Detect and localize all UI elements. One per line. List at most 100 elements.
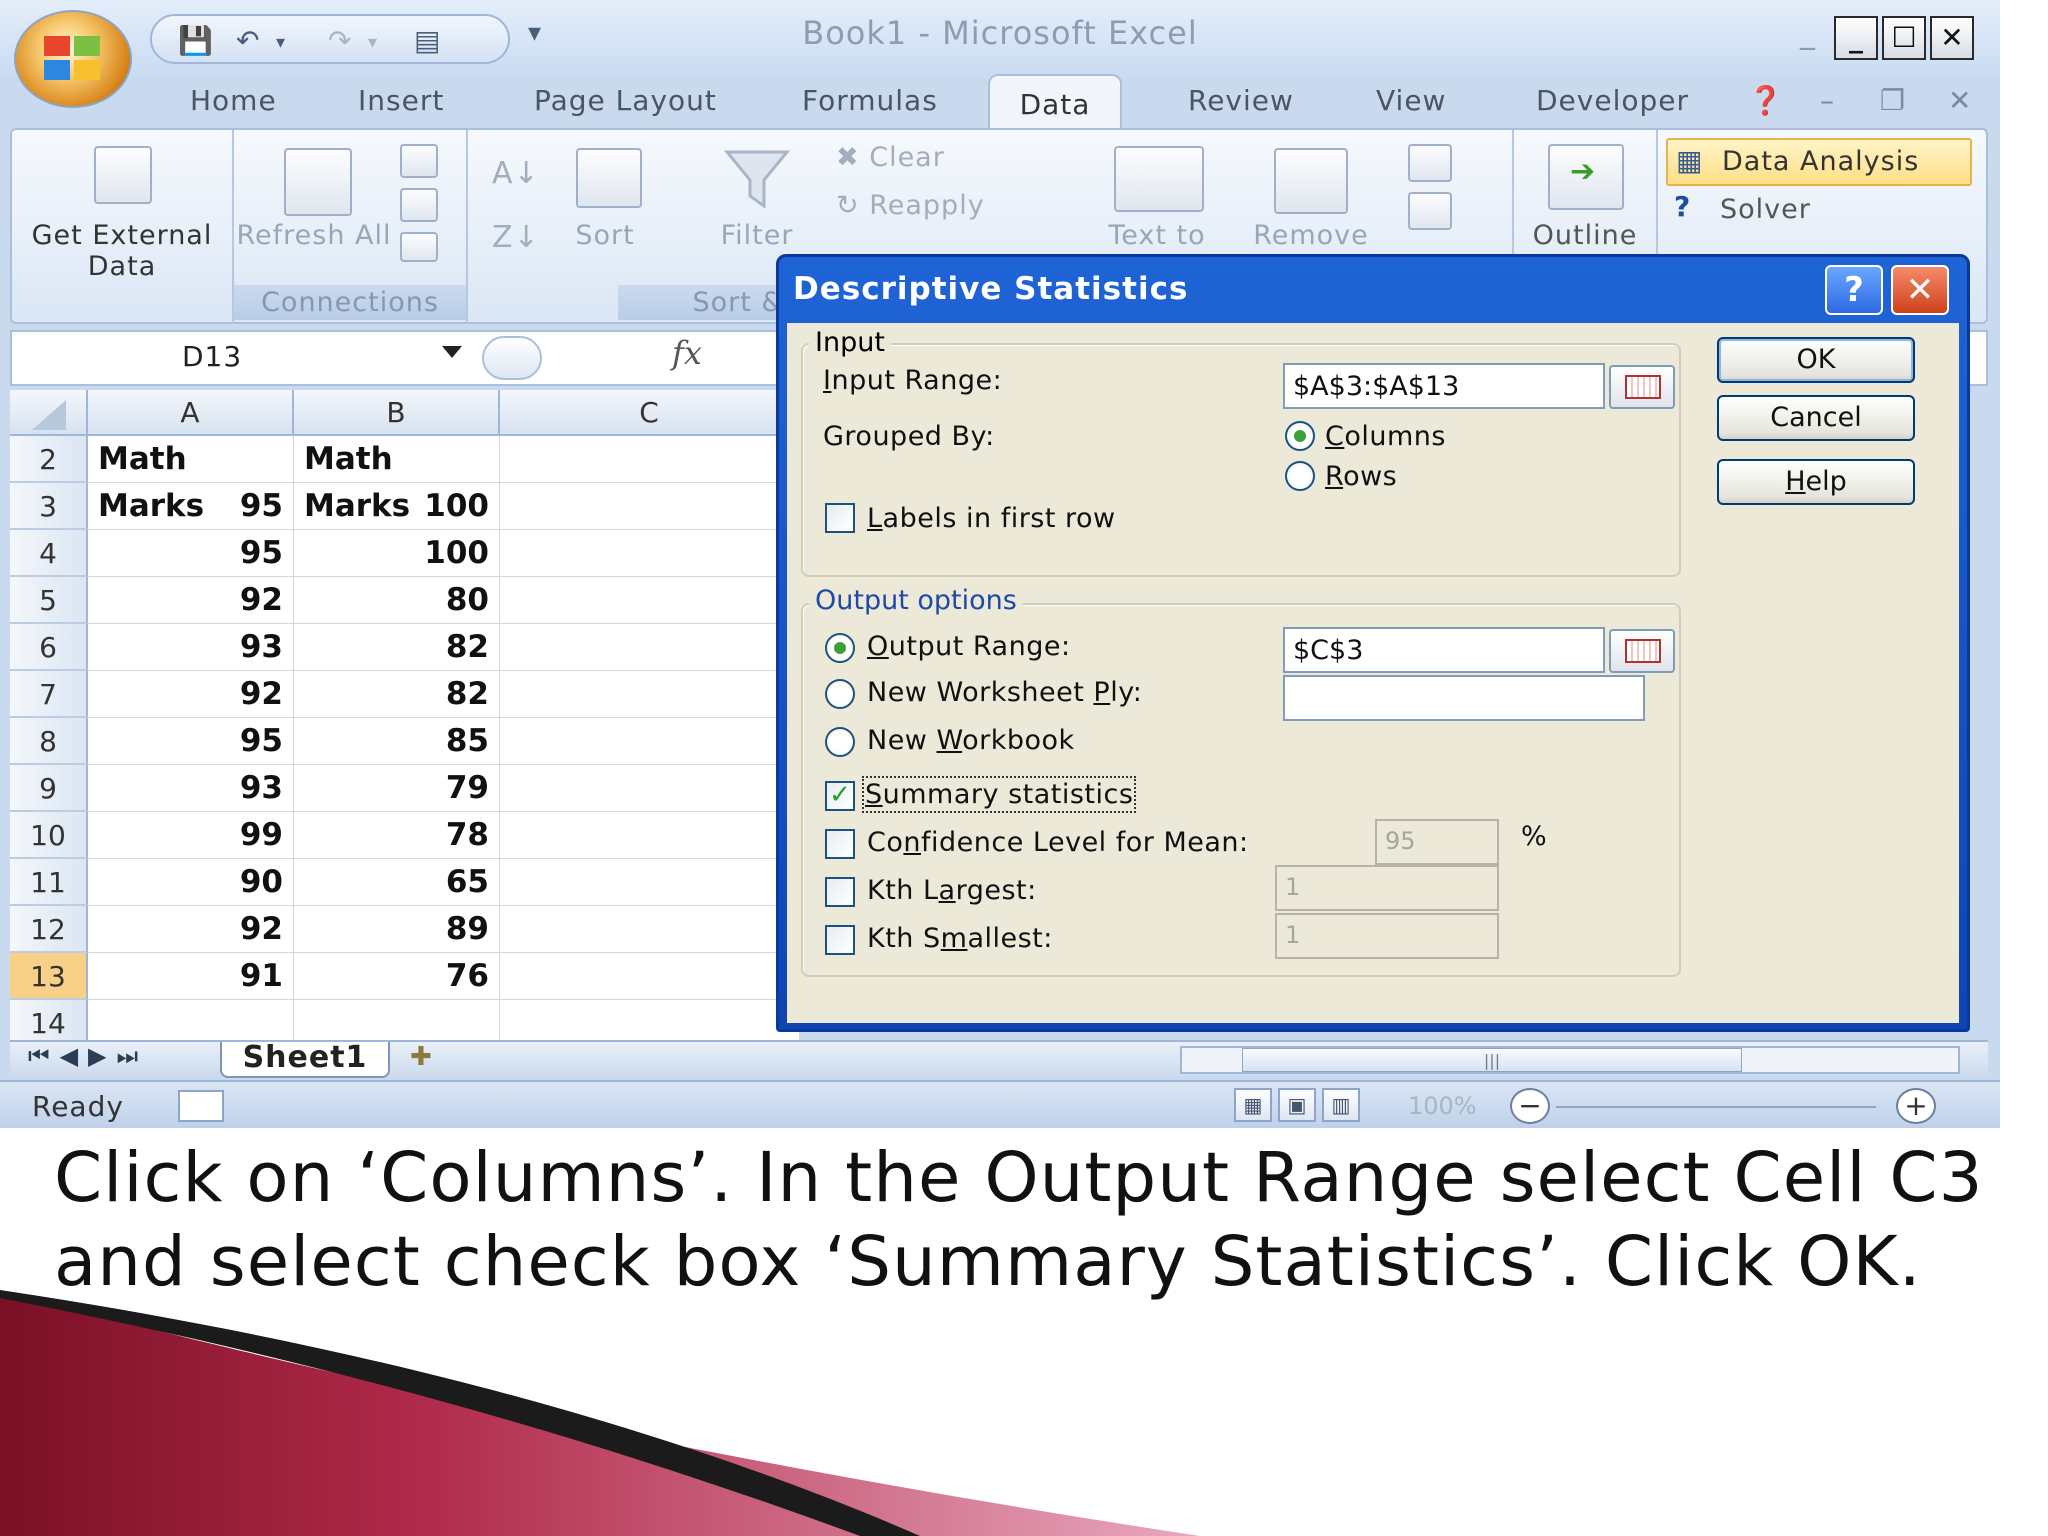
cell-a[interactable]: 93: [88, 624, 294, 671]
horizontal-scrollbar[interactable]: |||: [1180, 1046, 1960, 1074]
sheet-tab-sheet1[interactable]: Sheet1: [220, 1042, 390, 1078]
reapply-button[interactable]: ↻ Reapply: [836, 190, 985, 221]
dialog-close-icon[interactable]: ✕: [1891, 265, 1949, 315]
tab-formulas[interactable]: Formulas: [802, 84, 938, 117]
cell-b[interactable]: 78: [294, 812, 500, 859]
new-workbook-label[interactable]: New Workbook: [867, 725, 1075, 756]
clear-button[interactable]: ✖ Clear: [836, 142, 945, 173]
cell-c[interactable]: [500, 718, 800, 765]
kth-smallest-field[interactable]: 1: [1275, 913, 1499, 959]
summary-statistics-label[interactable]: Summary statistics: [861, 776, 1137, 813]
edit-links-icon[interactable]: [400, 232, 438, 262]
help-button[interactable]: Help: [1717, 459, 1915, 505]
properties-icon[interactable]: [400, 188, 438, 222]
normal-view-icon[interactable]: ▦: [1234, 1088, 1272, 1122]
tab-data[interactable]: Data: [988, 74, 1122, 130]
cell-a[interactable]: 91: [88, 953, 294, 1000]
ribbon-close-icon[interactable]: ✕: [1948, 84, 1971, 117]
tab-page-layout[interactable]: Page Layout: [534, 84, 717, 117]
ribbon-minimize-icon[interactable]: –: [1820, 84, 1834, 117]
cell-b[interactable]: 85: [294, 718, 500, 765]
worksheet-grid[interactable]: A B C 2 Math Marks Math Marks 3 95 100 4 95 100 5…: [10, 390, 800, 1047]
ok-button[interactable]: OK: [1717, 337, 1915, 383]
cell-a[interactable]: 93: [88, 765, 294, 812]
cell-a[interactable]: 92: [88, 577, 294, 624]
confidence-level-field[interactable]: 95: [1375, 819, 1499, 865]
column-header-c[interactable]: C: [500, 390, 800, 436]
cell-a[interactable]: 95: [88, 530, 294, 577]
new-worksheet-ply-label[interactable]: New Worksheet Ply:: [867, 677, 1142, 708]
confidence-level-label[interactable]: Confidence Level for Mean:: [867, 827, 1249, 858]
labels-first-row-label[interactable]: Labels in first row: [867, 503, 1116, 534]
cell-b[interactable]: 80: [294, 577, 500, 624]
sort-button[interactable]: Sort: [560, 220, 650, 251]
zoom-out-icon[interactable]: −: [1510, 1088, 1550, 1124]
office-button[interactable]: [14, 10, 132, 108]
cell-c[interactable]: [500, 953, 800, 1000]
solver-button[interactable]: ? Solver: [1666, 188, 1866, 228]
tab-view[interactable]: View: [1376, 84, 1446, 117]
cell-a[interactable]: 92: [88, 906, 294, 953]
zoom-slider[interactable]: [1556, 1106, 1876, 1108]
output-range-label[interactable]: Output Range:: [867, 631, 1071, 662]
column-header-a[interactable]: A: [88, 390, 294, 436]
connections-icon[interactable]: [400, 144, 438, 178]
columns-label[interactable]: Columns: [1325, 421, 1446, 452]
radio-rows[interactable]: [1285, 461, 1315, 491]
column-header-b[interactable]: B: [294, 390, 500, 436]
window-minimize-button[interactable]: _: [1834, 16, 1878, 60]
cell-c[interactable]: [500, 859, 800, 906]
sort-z-a-icon[interactable]: Z↓: [492, 220, 540, 255]
kth-smallest-label[interactable]: Kth Smallest:: [867, 923, 1053, 954]
cell-a[interactable]: 90: [88, 859, 294, 906]
cell-b[interactable]: 82: [294, 624, 500, 671]
cell-b[interactable]: 82: [294, 671, 500, 718]
row-header[interactable]: 7: [10, 671, 88, 718]
name-box[interactable]: D13: [12, 332, 474, 384]
input-range-field[interactable]: $A$3:$A$13: [1283, 363, 1605, 409]
cell-b[interactable]: 79: [294, 765, 500, 812]
row-header[interactable]: 12: [10, 906, 88, 953]
row-header[interactable]: 2: [10, 436, 88, 483]
tab-insert[interactable]: Insert: [358, 84, 444, 117]
sort-a-z-icon[interactable]: A↓: [492, 156, 540, 191]
cell-c[interactable]: [500, 765, 800, 812]
window-close-button[interactable]: ✕: [1930, 16, 1974, 60]
radio-new-workbook[interactable]: [825, 727, 855, 757]
help-icon[interactable]: ❓: [1748, 84, 1783, 117]
cancel-button[interactable]: Cancel: [1717, 395, 1915, 441]
name-box-dropdown-icon[interactable]: [442, 346, 462, 358]
cell-c[interactable]: [500, 436, 800, 483]
page-layout-view-icon[interactable]: ▣: [1278, 1088, 1316, 1122]
remove-duplicates-button[interactable]: Remove: [1236, 220, 1386, 251]
cell-b[interactable]: 65: [294, 859, 500, 906]
window-maximize-button[interactable]: ☐: [1882, 16, 1926, 60]
kth-largest-field[interactable]: 1: [1275, 865, 1499, 911]
page-break-view-icon[interactable]: ▥: [1322, 1088, 1360, 1122]
cell-c[interactable]: [500, 812, 800, 859]
sheet-navigation-icons[interactable]: ⏮◀▶⏭: [28, 1042, 148, 1070]
row-header[interactable]: 9: [10, 765, 88, 812]
zoom-level[interactable]: 100%: [1408, 1092, 1477, 1120]
cell-b[interactable]: 76: [294, 953, 500, 1000]
zoom-in-icon[interactable]: +: [1896, 1088, 1936, 1124]
outline-button[interactable]: Outline: [1514, 220, 1656, 251]
radio-output-range[interactable]: [825, 633, 855, 663]
cell-c[interactable]: [500, 906, 800, 953]
input-range-collapse-button[interactable]: [1609, 365, 1675, 409]
refresh-all-button[interactable]: Refresh All: [234, 220, 394, 251]
cell-a[interactable]: 95: [88, 718, 294, 765]
row-header[interactable]: 13: [10, 953, 88, 1000]
confidence-level-checkbox[interactable]: [825, 829, 855, 859]
cell-a[interactable]: 92: [88, 671, 294, 718]
insert-function-button[interactable]: fx: [672, 334, 702, 372]
kth-largest-checkbox[interactable]: [825, 877, 855, 907]
row-header[interactable]: 4: [10, 530, 88, 577]
row-header[interactable]: 8: [10, 718, 88, 765]
insert-sheet-icon[interactable]: ✚: [410, 1042, 432, 1072]
filter-button[interactable]: Filter: [704, 220, 810, 251]
kth-largest-label[interactable]: Kth Largest:: [867, 875, 1037, 906]
tab-developer[interactable]: Developer: [1536, 84, 1689, 117]
row-header[interactable]: 6: [10, 624, 88, 671]
new-worksheet-ply-field[interactable]: [1283, 675, 1645, 721]
